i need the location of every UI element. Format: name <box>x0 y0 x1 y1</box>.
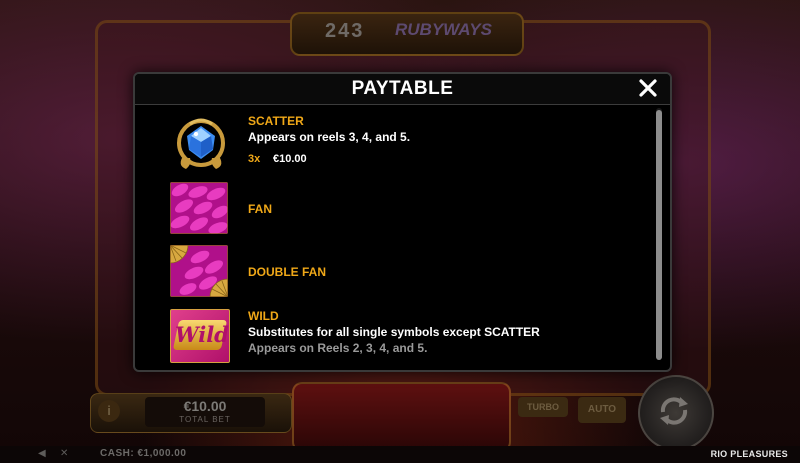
modal-header: PAYTABLE <box>135 74 670 105</box>
scrollbar-thumb[interactable] <box>656 110 662 360</box>
ways-count: 243 <box>325 20 365 42</box>
double-fan-icon <box>170 245 228 297</box>
modal-title: PAYTABLE <box>351 78 454 99</box>
scatter-gem-icon <box>177 118 225 169</box>
spin-arrows-icon <box>660 397 688 425</box>
auto-button[interactable]: AUTO <box>578 397 626 423</box>
symbol-note-wild: Appears on Reels 2, 3, 4, and 5. <box>248 341 428 355</box>
symbol-description-wild: Substitutes for all single symbols excep… <box>248 325 540 339</box>
close-icon[interactable] <box>636 76 660 100</box>
symbol-description-scatter: Appears on reels 3, 4, and 5. <box>248 130 411 144</box>
fullscreen-icon[interactable]: ✕ <box>60 449 72 459</box>
speaker-icon[interactable]: ◀ <box>38 449 50 459</box>
symbol-name-fan: FAN <box>248 202 272 216</box>
turbo-button[interactable]: TURBO <box>518 397 568 417</box>
symbol-name-scatter: SCATTER <box>248 114 304 128</box>
game-screen: 243 RUBYWAYS i €10.00 TOTAL BET TURBO AU… <box>0 0 800 463</box>
total-bet-label: TOTAL BET <box>179 415 231 424</box>
symbol-name-double-fan: DOUBLE FAN <box>248 265 326 279</box>
center-control-panel <box>292 382 511 452</box>
total-bet-value: €10.00 <box>183 398 227 414</box>
wild-icon-text: Wild <box>175 322 229 347</box>
fan-icon <box>170 182 228 234</box>
paytable-modal: PAYTABLE SCATTER Appears on reels 3, 4, … <box>133 72 672 372</box>
scatter-pay-value: €10.00 <box>273 153 307 165</box>
game-name: RIO PLEASURES <box>710 449 788 459</box>
cash-balance: CASH: €1,000.00 <box>100 448 187 459</box>
scatter-pay-multiplier: 3x <box>248 153 261 165</box>
game-logo: RUBYWAYS <box>395 20 492 39</box>
symbol-name-wild: WILD <box>248 309 279 323</box>
info-button[interactable]: i <box>98 400 120 422</box>
wild-icon: Wild <box>170 309 230 363</box>
